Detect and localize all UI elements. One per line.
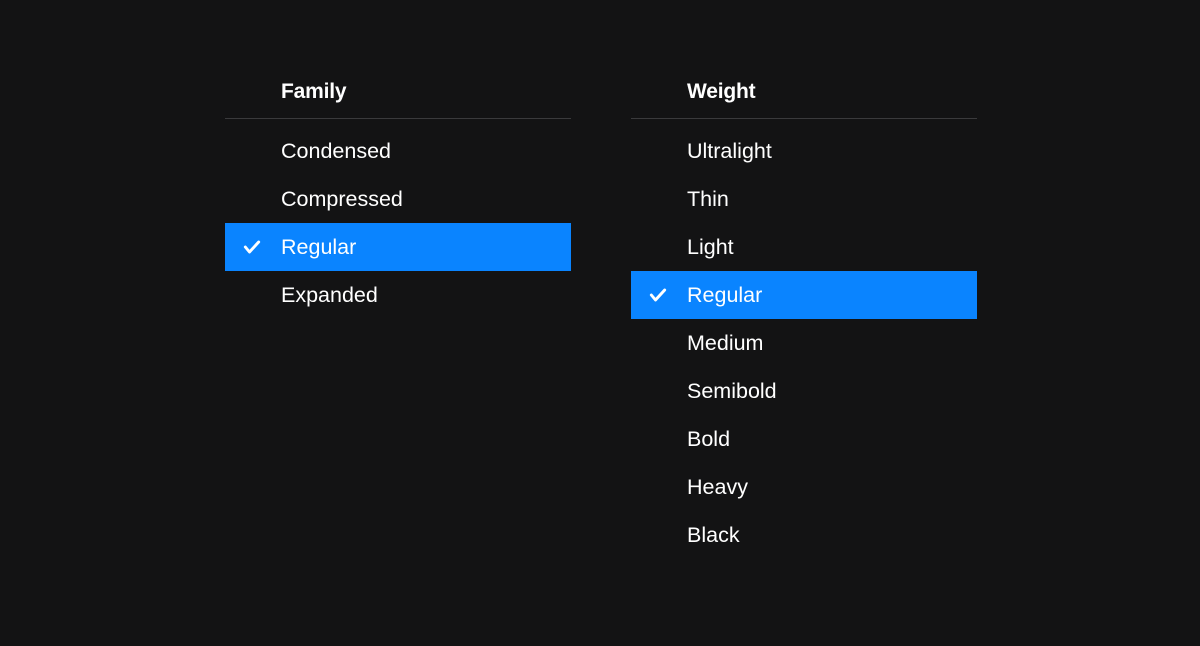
menu-item-label: Semibold — [687, 379, 777, 404]
checkmark-icon — [242, 237, 262, 257]
menu-item-label: Ultralight — [687, 139, 772, 164]
menu-item-label: Medium — [687, 331, 763, 356]
weight-menu: Weight Ultralight Thin Li — [631, 80, 977, 646]
weight-item-thin[interactable]: Thin — [631, 175, 977, 223]
menu-item-label: Bold — [687, 427, 730, 452]
weight-item-medium[interactable]: Medium — [631, 319, 977, 367]
check-container — [648, 285, 687, 305]
weight-list: Ultralight Thin Light R — [631, 119, 977, 559]
menu-item-label: Thin — [687, 187, 729, 212]
family-list: Condensed Compressed Regular — [225, 119, 571, 319]
menu-item-label: Heavy — [687, 475, 748, 500]
menu-item-label: Compressed — [281, 187, 403, 212]
weight-header: Weight — [631, 80, 977, 119]
menu-item-label: Condensed — [281, 139, 391, 164]
weight-item-heavy[interactable]: Heavy — [631, 463, 977, 511]
weight-item-black[interactable]: Black — [631, 511, 977, 559]
weight-item-bold[interactable]: Bold — [631, 415, 977, 463]
family-item-regular[interactable]: Regular — [225, 223, 571, 271]
family-item-compressed[interactable]: Compressed — [225, 175, 571, 223]
family-menu: Family Condensed Compressed — [225, 80, 571, 646]
menu-item-label: Black — [687, 523, 740, 548]
weight-item-ultralight[interactable]: Ultralight — [631, 127, 977, 175]
menu-item-label: Regular — [281, 235, 356, 260]
family-header: Family — [225, 80, 571, 119]
menu-item-label: Light — [687, 235, 734, 260]
weight-item-regular[interactable]: Regular — [631, 271, 977, 319]
check-container — [242, 237, 281, 257]
checkmark-icon — [648, 285, 668, 305]
weight-item-light[interactable]: Light — [631, 223, 977, 271]
weight-item-semibold[interactable]: Semibold — [631, 367, 977, 415]
menu-item-label: Regular — [687, 283, 762, 308]
family-item-expanded[interactable]: Expanded — [225, 271, 571, 319]
family-item-condensed[interactable]: Condensed — [225, 127, 571, 175]
menu-item-label: Expanded — [281, 283, 378, 308]
